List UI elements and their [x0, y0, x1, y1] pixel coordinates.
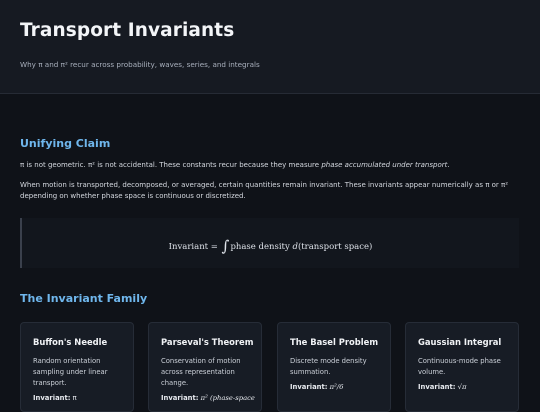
card-parsevals-theorem: Parseval's Theorem Conservation of motio… [148, 322, 262, 412]
integral-symbol: ∫ [221, 237, 230, 255]
invariant-label: Invariant: [290, 383, 328, 391]
claim-emphasis: phase accumulated under transport [321, 161, 448, 169]
invariant-family-heading: The Invariant Family [20, 292, 148, 305]
card-description: Conservation of motion across representa… [161, 357, 241, 387]
formula-equals: = [210, 242, 218, 252]
card-description: Continuous-mode phase volume. [418, 357, 501, 376]
card-description: Random orientation sampling under linear… [33, 357, 108, 387]
claim-paragraph-1-end: . [447, 161, 450, 169]
invariant-label: Invariant: [418, 383, 456, 391]
invariant-value: π² (phase-space [200, 394, 255, 402]
claim-paragraph-2: When motion is transported, decomposed, … [20, 181, 509, 200]
card-invariant: Invariant: π² (phase-space [161, 394, 255, 402]
formula-lhs: Invariant [168, 242, 209, 252]
page-header: Transport Invariants Why π and π² recur … [0, 0, 540, 94]
invariant-value: π [72, 394, 77, 402]
formula-block: Invariant = ∫phase density d(transport s… [20, 218, 519, 268]
card-basel-problem: The Basel Problem Discrete mode density … [277, 322, 391, 412]
card-invariant: Invariant: √π [418, 383, 506, 391]
invariant-label: Invariant: [161, 394, 199, 402]
page-subtitle: Why π and π² recur across probability, w… [20, 60, 260, 69]
card-gaussian-integral: Gaussian Integral Continuous-mode phase … [405, 322, 519, 412]
invariant-value: √π [457, 383, 467, 391]
formula-variable: (transport space) [297, 242, 373, 252]
card-title: The Basel Problem [290, 337, 379, 347]
card-invariant: Invariant: π [33, 394, 121, 402]
card-invariant: Invariant: π²/6 [290, 383, 378, 391]
card-title: Gaussian Integral [418, 337, 502, 347]
unifying-claim-heading: Unifying Claim [20, 137, 111, 150]
claim-paragraph-1-text: π is not geometric. π² is not accidental… [20, 161, 322, 169]
card-title: Parseval's Theorem [161, 337, 254, 347]
card-description: Discrete mode density summation. [290, 357, 367, 376]
invariant-formula: Invariant = ∫phase density d(transport s… [22, 235, 519, 255]
page-title: Transport Invariants [20, 20, 235, 41]
invariant-value: π²/6 [329, 383, 344, 391]
formula-integrand: phase density [230, 242, 290, 252]
invariant-label: Invariant: [33, 394, 71, 402]
claim-paragraph-1: π is not geometric. π² is not accidental… [20, 160, 520, 171]
card-buffons-needle: Buffon's Needle Random orientation sampl… [20, 322, 134, 412]
card-title: Buffon's Needle [33, 337, 108, 347]
